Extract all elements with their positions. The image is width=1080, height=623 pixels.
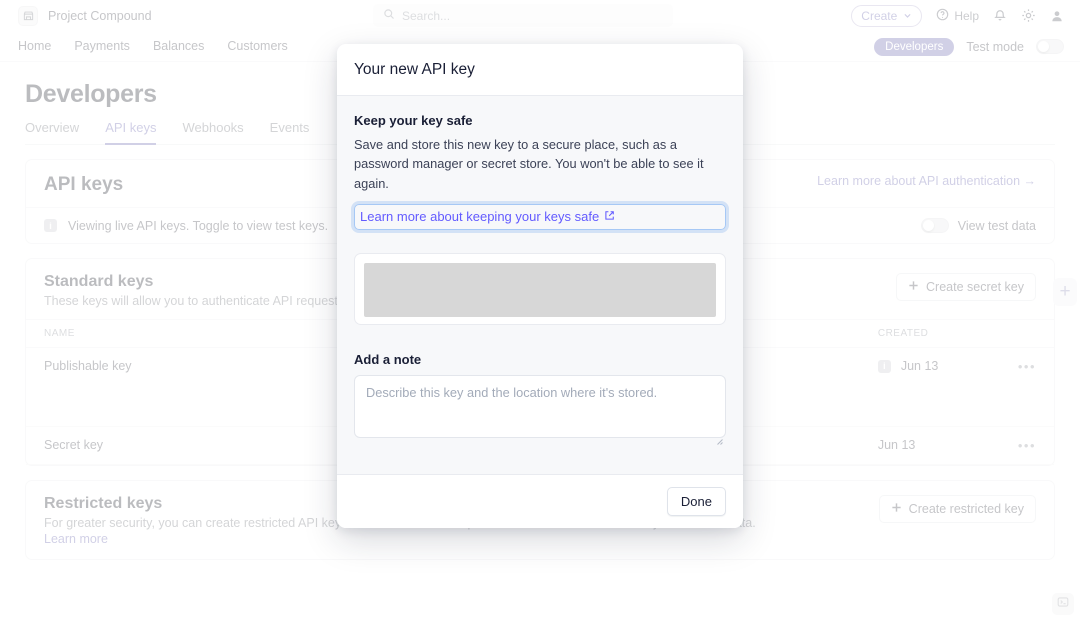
new-api-key-modal: Your new API key Keep your key safe Save… [337,44,743,528]
note-textarea[interactable] [354,375,726,439]
add-note-label: Add a note [354,352,422,368]
api-key-redacted-value [364,263,716,318]
learn-more-link-focus-ring: Learn more about keeping your keys safe [354,204,726,231]
note-field-wrapper [354,375,726,446]
api-key-display-card[interactable] [354,253,726,326]
modal-title: Your new API key [354,61,475,78]
modal-overlay: Your new API key Keep your key safe Save… [0,0,1080,623]
modal-footer: Done [337,474,743,528]
keep-keys-safe-link-label: Learn more about keeping your keys safe [360,209,600,225]
external-link-icon [604,209,615,224]
modal-body: Keep your key safe Save and store this n… [337,96,743,474]
keep-key-safe-heading: Keep your key safe [354,113,473,128]
modal-header: Your new API key [337,44,743,96]
keep-keys-safe-link[interactable]: Learn more about keeping your keys safe [360,209,615,224]
done-button[interactable]: Done [666,487,726,516]
keep-key-safe-text: Save and store this new key to a secure … [354,137,704,191]
